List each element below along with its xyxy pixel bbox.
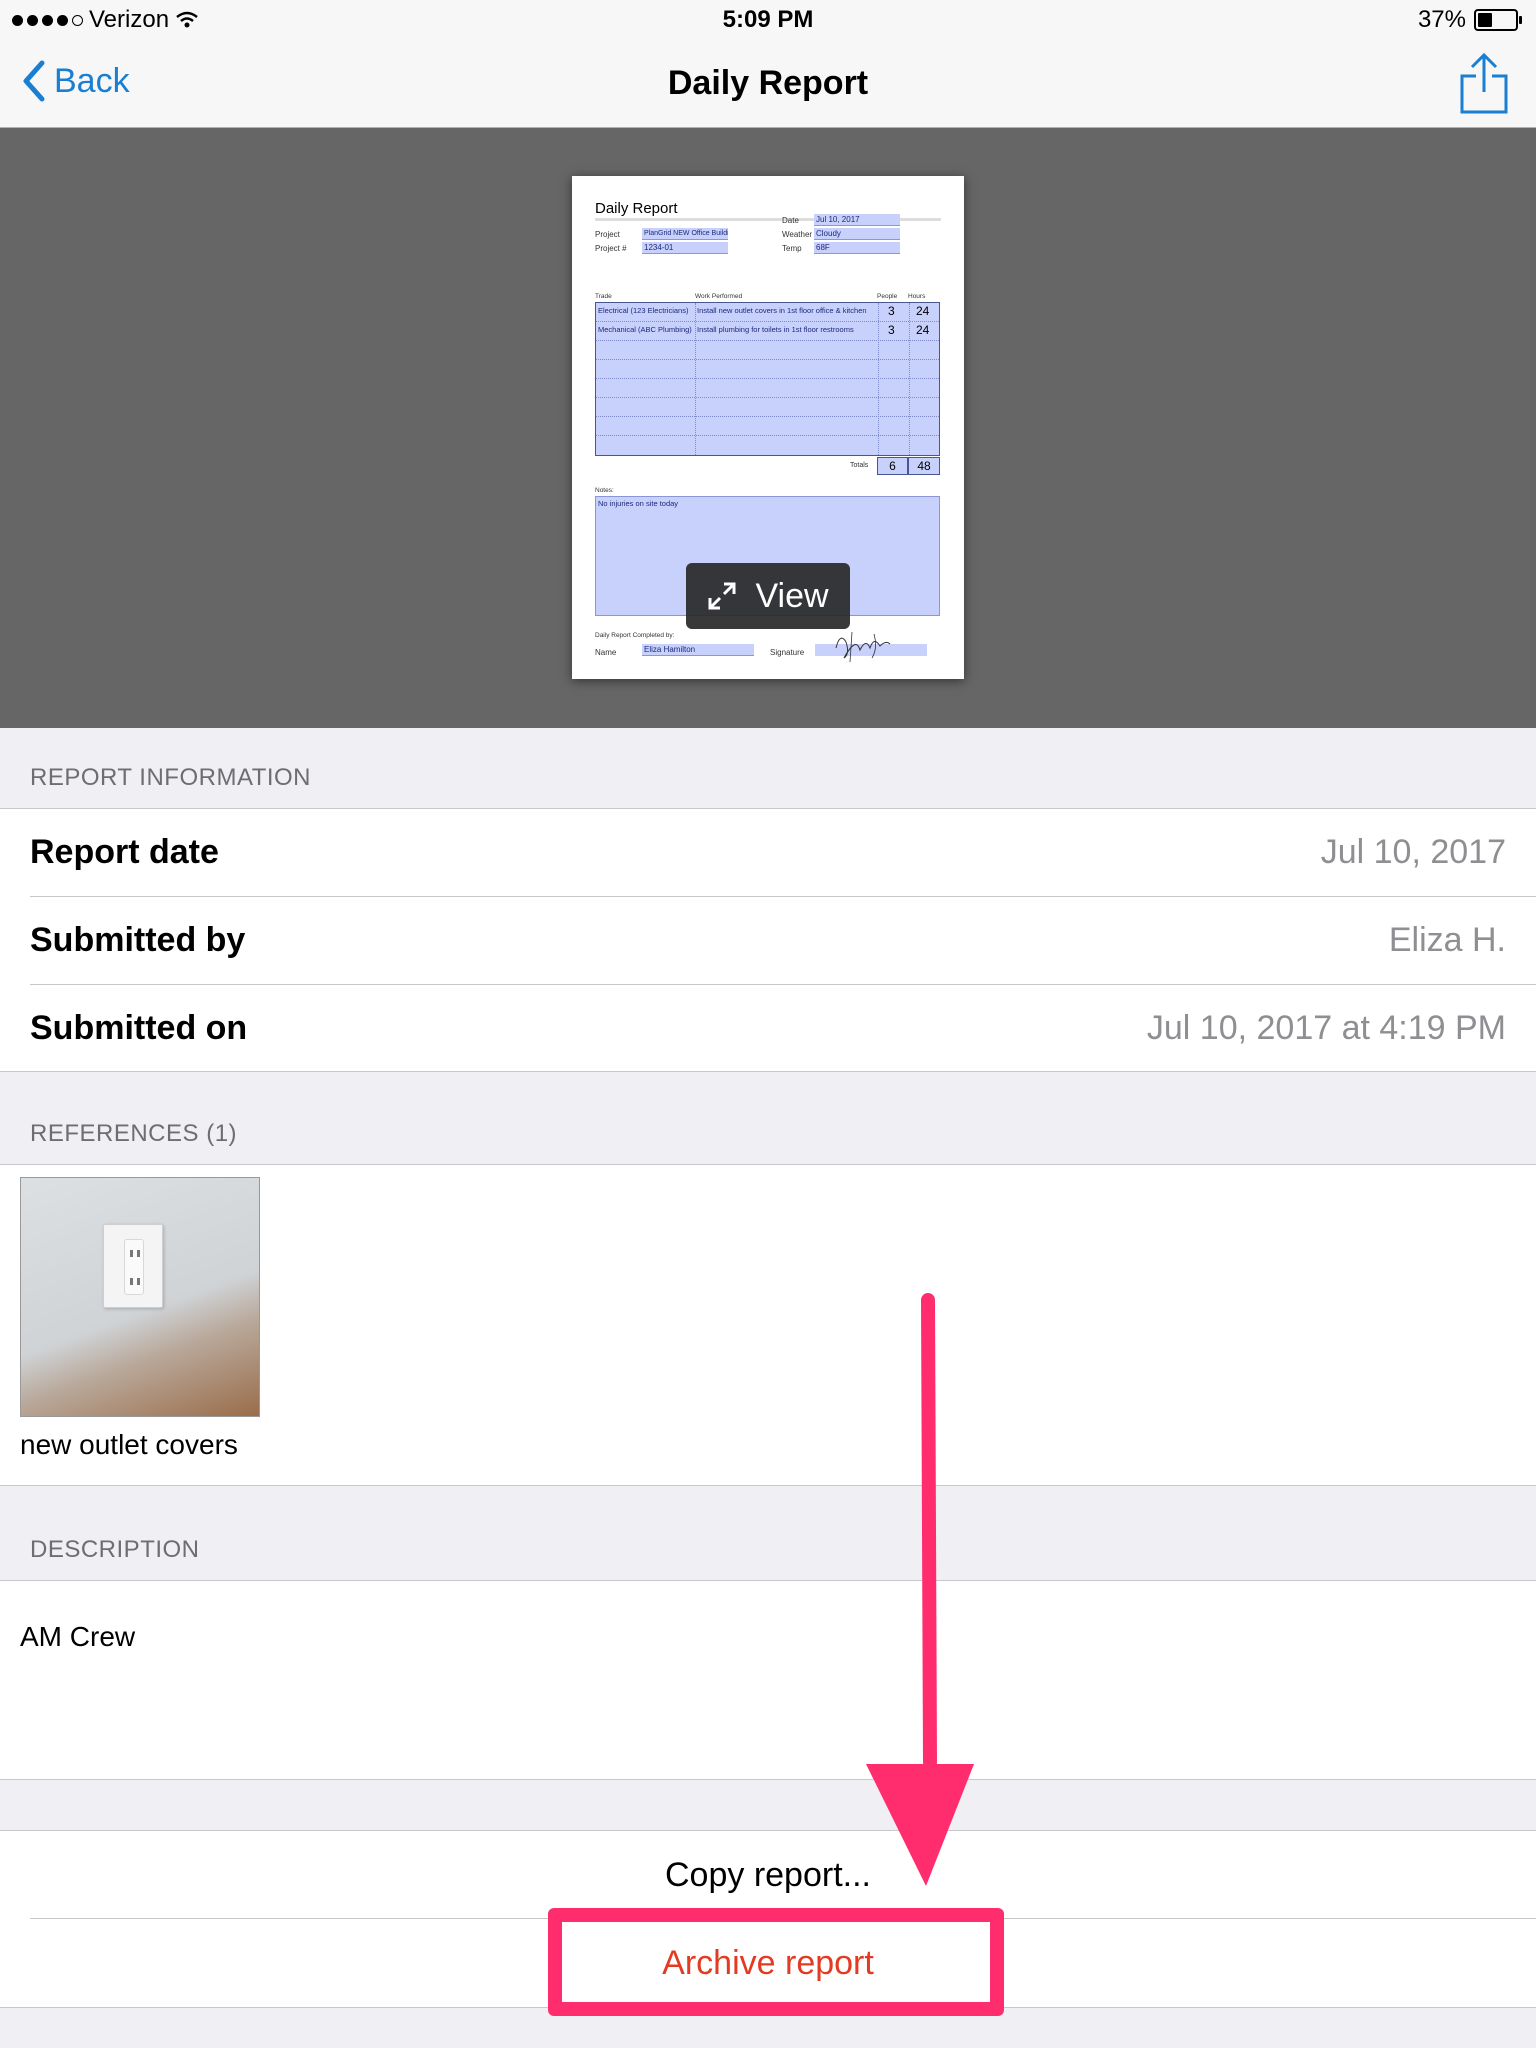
doc-notes-label: Notes: [595,487,614,494]
clock: 5:09 PM [722,6,814,33]
report-date-label: Report date [30,833,219,871]
reference-photo-thumbnail[interactable] [20,1177,260,1417]
document-preview-area[interactable]: Daily Report Date Jul 10, 2017 Project P… [0,128,1536,728]
copy-report-button[interactable]: Copy report... [0,1831,1536,1919]
doc-project-no-field: 1234-01 [642,242,728,254]
doc-project-field: PlanGrid NEW Office Building [642,228,728,240]
doc-name-field: Eliza Hamilton [642,644,754,656]
references-header: REFERENCES (1) [30,1120,238,1147]
doc-title: Daily Report [595,200,678,217]
submitted-on-value: Jul 10, 2017 at 4:19 PM [1146,1009,1506,1047]
description-text: AM Crew [20,1621,136,1652]
doc-name-label: Name [595,648,617,657]
submitted-on-label: Submitted on [30,1009,248,1047]
submitted-by-label: Submitted by [30,921,246,959]
report-information-group: Report date Jul 10, 2017 Submitted by El… [0,808,1536,1072]
status-right: 37% [1417,6,1522,34]
doc-total-hours: 48 [908,457,940,475]
doc-table-row: Electrical (123 Electricians) Install ne… [596,303,939,322]
references-group: new outlet covers [0,1164,1536,1486]
doc-weather-field: Cloudy [814,228,900,240]
doc-col-people: People [877,293,898,300]
signature-scribble-icon [835,631,891,663]
annotation-highlight-box [548,1908,1004,2016]
navigation-bar: Back Daily Report [0,40,1536,128]
status-bar: Verizon 5:09 PM 37% [0,0,1536,40]
battery-icon [1474,9,1522,31]
doc-project-no-label: Project # [595,244,627,253]
submitted-by-value: Eliza H. [1388,921,1506,959]
report-date-row: Report date Jul 10, 2017 [0,809,1536,897]
doc-work-table: Electrical (123 Electricians) Install ne… [595,302,940,456]
outlet-cover-image [103,1224,163,1308]
doc-signature-label: Signature [770,648,805,657]
description-header: DESCRIPTION [30,1536,200,1563]
report-date-value: Jul 10, 2017 [1320,833,1506,871]
doc-completed-by-label: Daily Report Completed by: [595,632,675,639]
doc-col-trade: Trade [595,293,612,300]
doc-totals-label: Totals [850,462,869,469]
doc-temp-label: Temp [782,244,802,253]
page-title: Daily Report [667,64,869,102]
report-information-header: REPORT INFORMATION [30,764,312,791]
submitted-by-row: Submitted by Eliza H. [0,897,1536,985]
doc-col-hours: Hours [908,293,926,300]
doc-date-label: Date [782,216,799,225]
doc-total-people: 6 [877,457,908,475]
reference-caption: new outlet covers [20,1429,238,1460]
view-fullscreen-button[interactable]: View [686,563,850,629]
doc-weather-label: Weather [782,230,813,239]
view-label: View [755,576,829,615]
annotation-arrow-icon [866,1293,974,1886]
doc-date-field: Jul 10, 2017 [814,214,900,226]
expand-icon [708,582,736,610]
submitted-on-row: Submitted on Jul 10, 2017 at 4:19 PM [0,985,1536,1073]
doc-table-row: Mechanical (ABC Plumbing) Install plumbi… [596,322,939,341]
share-icon[interactable] [1456,52,1512,116]
battery-percent: 37% [1417,6,1466,33]
doc-col-work: Work Performed [695,293,743,300]
doc-temp-field: 68F [814,242,900,254]
doc-project-label: Project [595,230,620,239]
description-group: AM Crew [0,1580,1536,1780]
